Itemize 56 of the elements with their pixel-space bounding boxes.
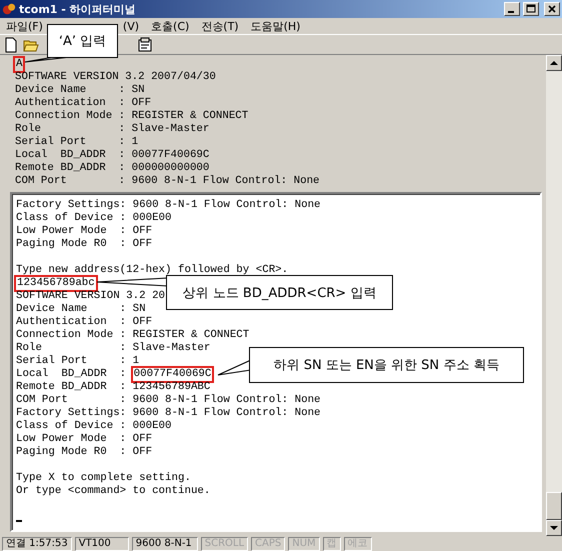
scrollbar[interactable] [546, 55, 562, 536]
terminal-line: Type new address(12-hex) followed by <CR>. [16, 264, 288, 277]
terminal-line: Low Power Mode : OFF [16, 225, 152, 238]
terminal-line: 123456789abc [16, 277, 96, 290]
terminal-line: Authentication : OFF [15, 97, 152, 110]
terminal-line: Remote BD_ADDR : 123456789ABC [16, 381, 210, 394]
properties-icon[interactable] [137, 36, 153, 52]
terminal-line: Device Name : SN [15, 84, 145, 97]
terminal-line: Connection Mode : REGISTER & CONNECT [16, 329, 250, 342]
terminal-line: Remote BD_ADDR : 000000000000 [15, 162, 210, 175]
terminal-line: Serial Port : 1 [16, 355, 140, 368]
terminal-line: Role : Slave-Master [16, 342, 210, 355]
app-icon [2, 2, 16, 16]
annotation-tooltip: 하위 SN 또는 EN을 위한 SN 주소 획득 [249, 347, 524, 383]
terminal-line: Connection Mode : REGISTER & CONNECT [15, 110, 248, 123]
terminal-line: 00077F40069C [132, 368, 212, 381]
status-panel: VT100 [74, 537, 129, 551]
text-cursor [16, 520, 22, 522]
menu-item[interactable]: 전송(T) [201, 20, 239, 32]
terminal-line: Role : Slave-Master [15, 123, 210, 136]
new-document-icon[interactable] [3, 36, 19, 52]
status-panel: 9600 8-N-1 [132, 537, 198, 551]
terminal-line: COM Port : 9600 8-N-1 Flow Control: None [15, 175, 320, 188]
terminal-line: Class of Device : 000E00 [16, 420, 172, 433]
terminal-line: SOFTWARE VERSION 3.2 2007/04/30 [15, 71, 216, 84]
terminal-line: Paging Mode R0 : OFF [16, 238, 152, 251]
maximize-icon[interactable] [523, 2, 539, 16]
menu-item[interactable]: 도움말(H) [250, 20, 300, 32]
menu-item[interactable]: 호출(C) [151, 20, 190, 32]
scroll-up-icon[interactable] [546, 55, 562, 71]
terminal-line: Local BD_ADDR : 00077F40069C [15, 149, 210, 162]
terminal-line: A [15, 58, 24, 71]
terminal-line: Or type <command> to continue. [16, 485, 210, 498]
terminal-line: Paging Mode R0 : OFF [16, 446, 152, 459]
terminal-line: Type X to complete setting. [16, 472, 191, 485]
terminal-line: COM Port : 9600 8-N-1 Flow Control: None [16, 394, 321, 407]
terminal-line: Authentication : OFF [16, 316, 152, 329]
scroll-thumb[interactable] [546, 492, 562, 520]
scroll-down-icon[interactable] [546, 520, 562, 536]
terminal-line: Serial Port : 1 [15, 136, 138, 149]
terminal-line: Factory Settings: 9600 8-N-1 Flow Control: None [16, 199, 321, 212]
annotation-tooltip: 상위 노드 BD_ADDR<CR> 입력 [166, 275, 393, 310]
terminal-line: Class of Device : 000E00 [16, 212, 172, 225]
menu-item[interactable]: 파일(F) [6, 20, 43, 32]
terminal-line: Device Name : SN [16, 303, 146, 316]
callout-pointer [96, 277, 168, 287]
terminal-screen[interactable] [10, 192, 542, 532]
terminal-line: Factory Settings: 9600 8-N-1 Flow Control: None [16, 407, 321, 420]
terminal-line: Local BD_ADDR : [16, 368, 128, 381]
window-title: tcom1 - 하이퍼터미널 [19, 2, 137, 16]
terminal-line: Low Power Mode : OFF [16, 433, 152, 446]
status-panel: 연결 1:57:53 [2, 537, 72, 551]
close-icon[interactable] [544, 2, 560, 16]
terminal-line: SOFTWARE VERSION 3.2 20 [16, 290, 166, 303]
minimize-icon[interactable] [504, 2, 520, 16]
menu-item[interactable]: (V) [122, 20, 140, 32]
